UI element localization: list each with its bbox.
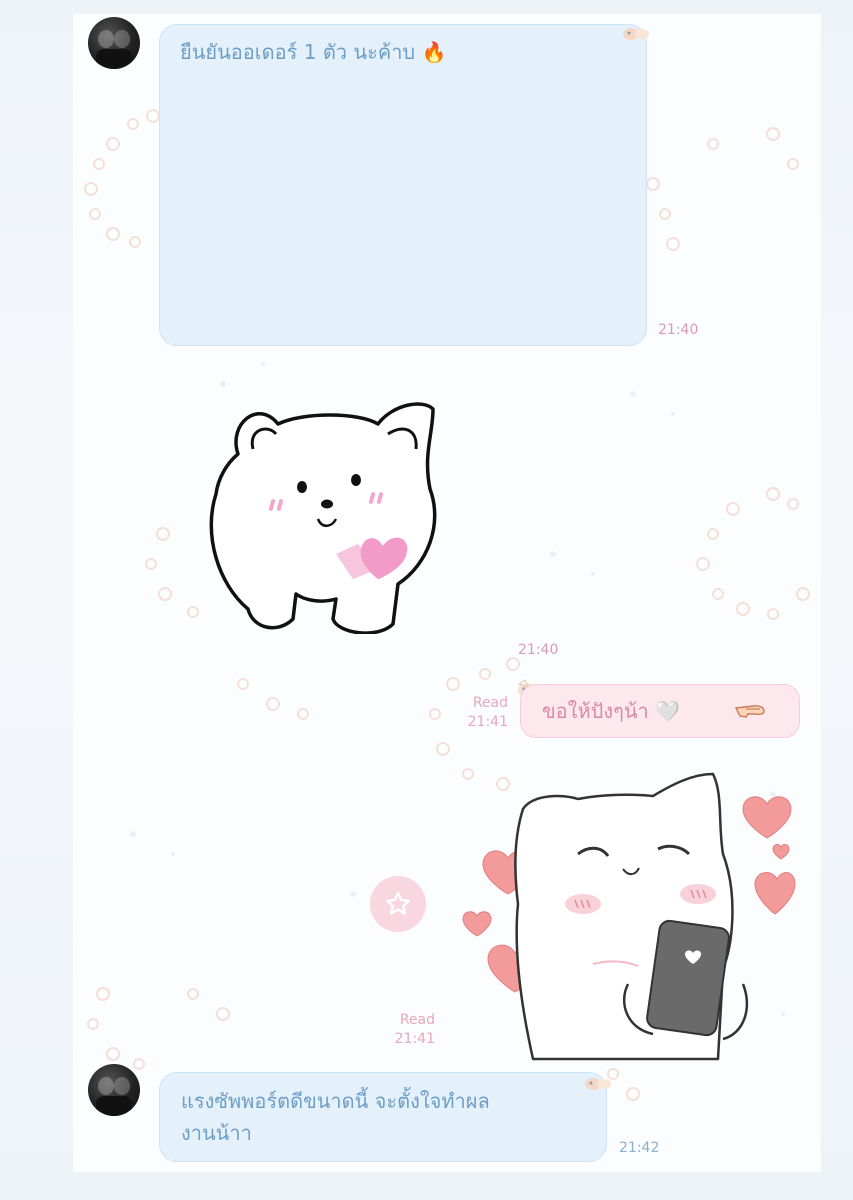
hand-emoji (734, 705, 765, 718)
message-text: ขอให้ปังๆน้า 🤍 (542, 699, 680, 723)
message-time: 21:40 (658, 322, 699, 338)
bubble-decor-icon (623, 28, 649, 40)
avatar-figures-icon (96, 1077, 132, 1116)
message-text-line-2: งานน้าา (181, 1121, 252, 1145)
white-puppy-heart-sticker[interactable] (208, 394, 448, 634)
message-text-line-1: แรงซัพพอร์ตดีขนาดนี้ จะตั้งใจทำผล (181, 1089, 490, 1113)
favorite-sticker-button[interactable] (370, 876, 426, 932)
avatar-figures-icon (96, 30, 132, 69)
bubble-decor-icon (585, 1078, 611, 1090)
avatar[interactable] (88, 17, 140, 69)
read-receipt: Read 21:41 (467, 695, 508, 730)
message-bubble-good-luck[interactable]: ขอให้ปังๆน้า 🤍 (520, 684, 800, 738)
avatar[interactable] (88, 1064, 140, 1116)
sticker-time: 21:40 (518, 642, 559, 658)
white-cat-phone-hearts-sticker[interactable] (453, 754, 803, 1064)
star-icon (385, 891, 411, 915)
message-bubble-support-thanks[interactable]: แรงซัพพอร์ตดีขนาดนี้ จะตั้งใจทำผล งานน้า… (159, 1072, 607, 1162)
message-bubble-order-confirm[interactable]: ยืนยันออเดอร์ 1 ตัว นะค้าบ 🔥 (159, 24, 647, 346)
message-time: 21:42 (619, 1140, 660, 1156)
chat-frame: ยืนยันออเดอร์ 1 ตัว นะค้าบ 🔥 21:40 21:40… (73, 14, 821, 1172)
read-receipt: Read 21:41 (394, 1012, 435, 1047)
message-text: ยืนยันออเดอร์ 1 ตัว นะค้าบ 🔥 (180, 40, 447, 64)
